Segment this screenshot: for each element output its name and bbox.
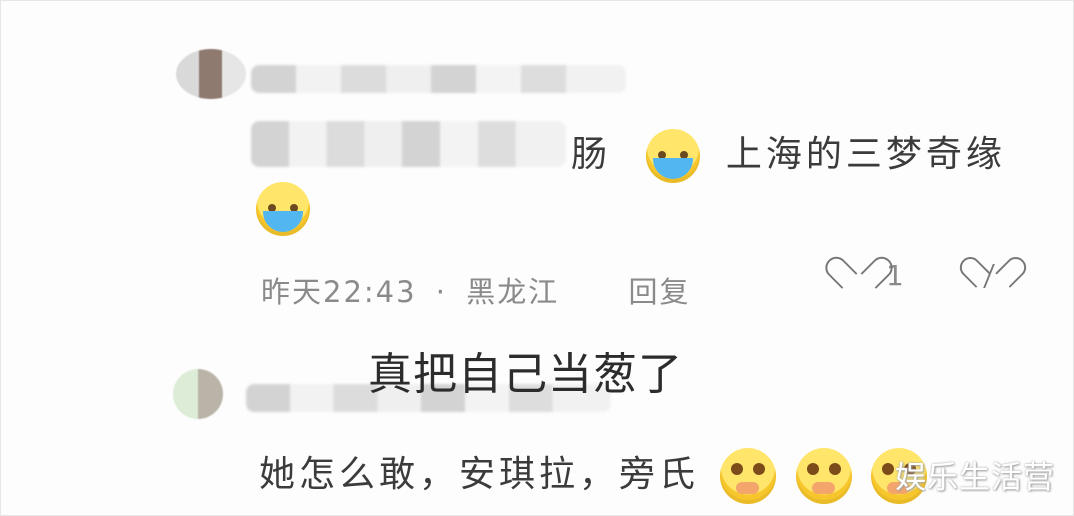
watermark: 娱乐生活营 xyxy=(895,460,1055,496)
comment-thread: 肠 上海的三梦奇缘 昨天22:43 · 黑龙江 回复 1 真把自己当葱了 她怎么… xyxy=(0,0,1074,516)
comment-text-segment-2: 上海的三梦奇缘 xyxy=(725,134,1006,175)
heart-icon xyxy=(836,259,874,293)
comment-date: 昨天22:43 xyxy=(261,275,417,309)
dislike-button[interactable] xyxy=(971,259,1009,293)
user-avatar[interactable] xyxy=(173,369,223,419)
like-button[interactable]: 1 xyxy=(836,259,904,293)
comment-location: 黑龙江 xyxy=(466,275,560,309)
crying-face-icon xyxy=(646,129,701,183)
image-caption: 真把自己当葱了 xyxy=(368,349,683,400)
comment-meta: 昨天22:43 · 黑龙江 回复 xyxy=(261,269,690,311)
crying-face-icon xyxy=(256,182,310,236)
comment-text: 她怎么敢，安琪拉，旁氏 xyxy=(259,454,700,495)
comment-text-segment-1: 肠 xyxy=(571,134,612,175)
meta-separator: · xyxy=(435,275,448,309)
pleading-face-icon xyxy=(720,448,777,504)
username-blur xyxy=(251,65,626,93)
reply-button[interactable]: 回复 xyxy=(628,275,690,309)
broken-heart-icon xyxy=(971,259,1009,293)
comment-body-line-2 xyxy=(256,182,310,236)
comment-body-line-1: 肠 上海的三梦奇缘 xyxy=(571,125,1006,183)
user-avatar[interactable] xyxy=(176,49,246,99)
comment-body-line-3: 她怎么敢，安琪拉，旁氏 xyxy=(259,445,928,504)
comment-text-blur xyxy=(251,121,566,167)
pleading-face-icon xyxy=(795,448,852,504)
